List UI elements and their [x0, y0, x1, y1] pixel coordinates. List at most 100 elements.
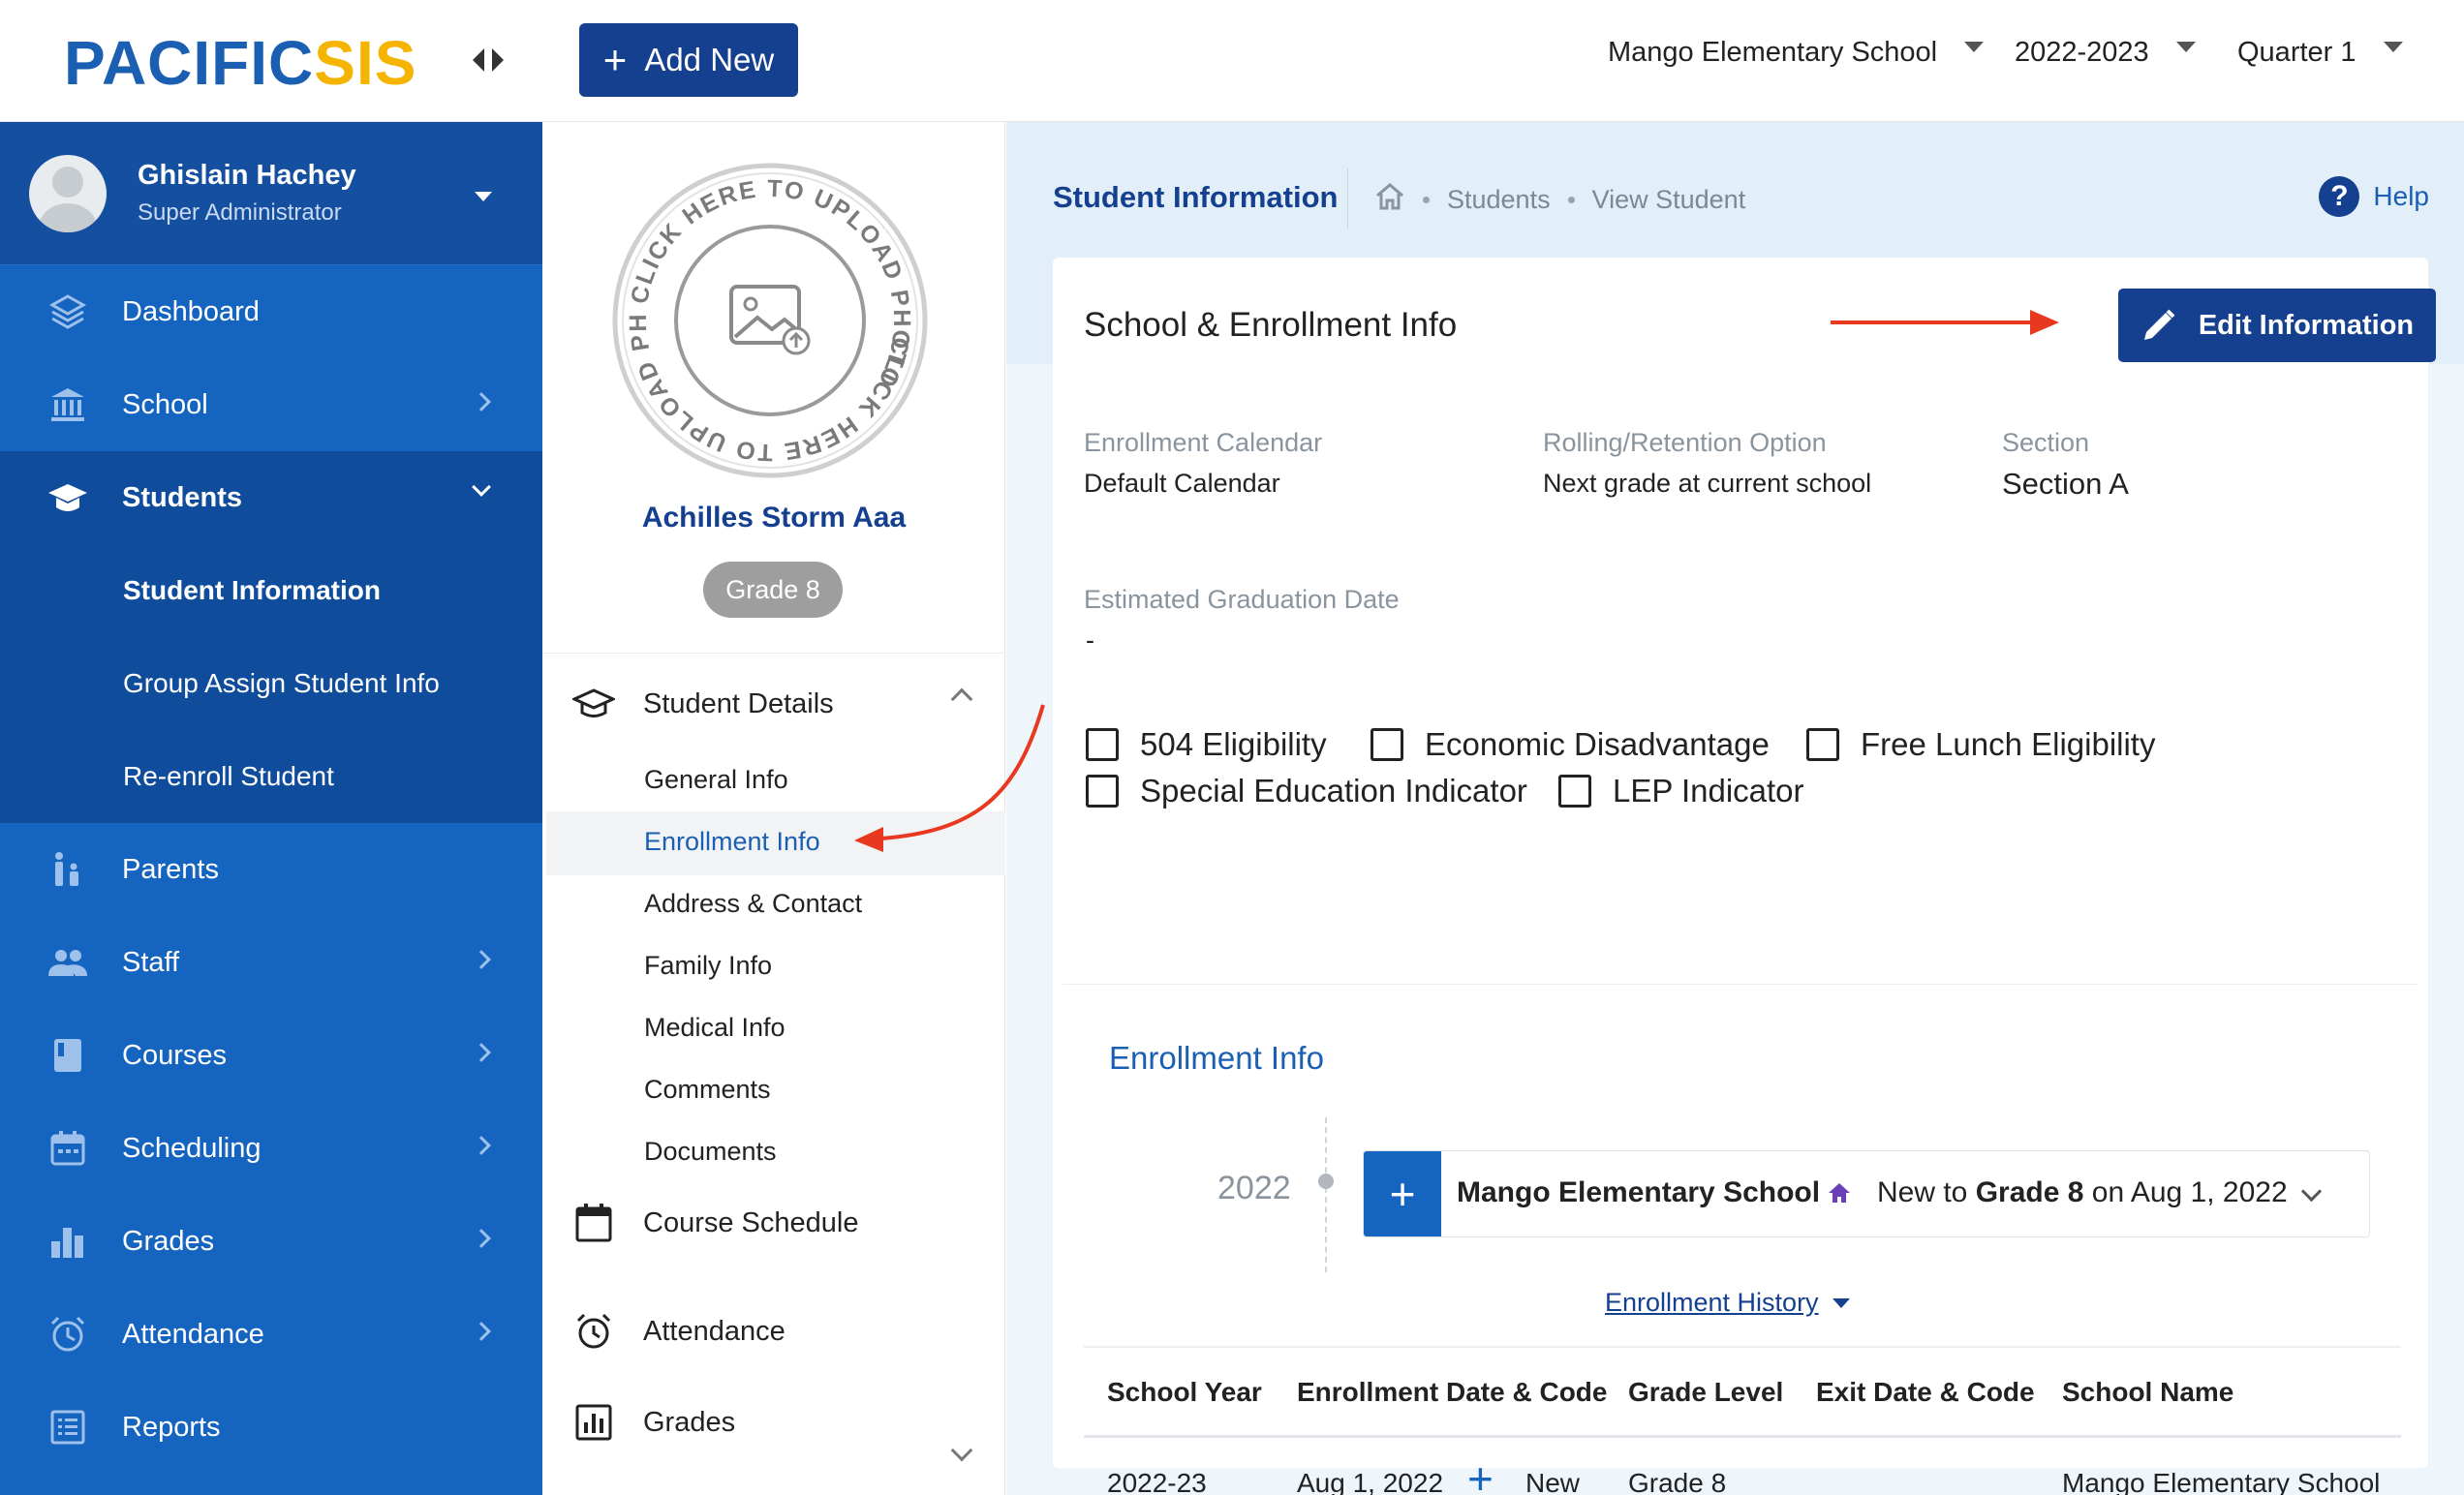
timeline-line: [1325, 1117, 1327, 1272]
graduation-date-label: Estimated Graduation Date: [1084, 585, 1400, 614]
checkbox-504-eligibility[interactable]: 504 Eligibility: [1086, 726, 1327, 763]
checkbox-icon[interactable]: [1558, 775, 1591, 808]
book-icon: [46, 1034, 89, 1077]
breadcrumb-view-student: View Student: [1591, 185, 1746, 214]
plus-icon[interactable]: +: [1364, 1151, 1441, 1236]
students-submenu: Student Information Group Assign Student…: [0, 544, 542, 823]
sidebar-item-reports[interactable]: Reports: [0, 1381, 542, 1474]
calendar-icon: [571, 1201, 616, 1245]
sidebar-item-courses[interactable]: Courses: [0, 1009, 542, 1102]
sidebar-subitem-student-information[interactable]: Student Information: [0, 544, 542, 637]
avatar: [29, 154, 107, 232]
divider: [1063, 984, 2418, 985]
sidebar-item-grades[interactable]: Grades: [0, 1195, 542, 1288]
chevron-down-icon[interactable]: [2300, 1180, 2323, 1203]
graduation-date-value: -: [1086, 625, 1094, 655]
school-select[interactable]: Mango Elementary School: [1608, 37, 1985, 69]
divider: [1084, 1346, 2401, 1348]
checkbox-icon[interactable]: [1371, 728, 1403, 761]
calendar-icon: [46, 1127, 89, 1170]
student-details-section[interactable]: Student Details: [571, 682, 834, 726]
student-side-panel: CLICK HERE TO UPLOAD PHOTO CLICK HERE TO…: [542, 122, 1005, 1495]
main-content: Student Information Students View Studen…: [1006, 122, 2464, 1495]
sidebar: Ghislain Hachey Super Administrator Dash…: [0, 122, 542, 1495]
add-new-button[interactable]: + Add New: [579, 23, 798, 97]
rolling-option-label: Rolling/Retention Option: [1543, 428, 1827, 457]
top-bar: PACIFICSIS + Add New Mango Elementary Sc…: [0, 0, 2464, 122]
sidebar-item-staff[interactable]: Staff: [0, 916, 542, 1009]
help-link[interactable]: ? Help: [2319, 176, 2429, 217]
caret-down-icon: [2175, 42, 2196, 52]
chevron-right-icon: [472, 1229, 491, 1248]
sidebar-item-parents[interactable]: Parents: [0, 823, 542, 916]
graduation-cap-icon: [46, 476, 89, 519]
checkbox-icon[interactable]: [1086, 728, 1119, 761]
sidebar-subitem-re-enroll[interactable]: Re-enroll Student: [0, 730, 542, 823]
graduation-cap-icon: [571, 682, 616, 726]
sidebar-item-students[interactable]: Students: [0, 451, 542, 544]
column-header-school-name: School Name: [2062, 1377, 2234, 1407]
sidebar-item-scheduling[interactable]: Scheduling: [0, 1102, 542, 1195]
enrollment-calendar-value: Default Calendar: [1084, 469, 1280, 498]
divider: [1347, 168, 1348, 229]
breadcrumb-students[interactable]: Students: [1447, 185, 1551, 215]
link-enrollment-info[interactable]: Enrollment Info: [644, 827, 820, 857]
user-profile[interactable]: Ghislain Hachey Super Administrator: [0, 122, 542, 265]
attendance-section[interactable]: Attendance: [571, 1309, 785, 1354]
column-header-enrollment-date: Enrollment Date & Code: [1297, 1377, 1608, 1407]
edit-information-button[interactable]: Edit Information: [2118, 289, 2436, 362]
home-icon[interactable]: [1374, 182, 1405, 218]
chevron-right-icon: [472, 392, 491, 412]
school-year-select[interactable]: 2022-2023: [2015, 37, 2196, 69]
checkbox-icon[interactable]: [1806, 728, 1839, 761]
enrollment-record[interactable]: + Mango Elementary School New to Grade 8…: [1363, 1150, 2370, 1237]
sidebar-item-school[interactable]: School: [0, 358, 542, 451]
column-header-exit-date: Exit Date & Code: [1816, 1377, 2035, 1407]
user-role: Super Administrator: [138, 199, 342, 226]
upload-photo-button[interactable]: CLICK HERE TO UPLOAD PHOTO CLICK HERE TO…: [601, 141, 928, 478]
plus-icon: +: [602, 37, 628, 82]
grades-section[interactable]: Grades: [571, 1400, 735, 1445]
caret-down-icon[interactable]: [475, 192, 492, 201]
bank-icon: [46, 383, 89, 426]
sidebar-item-dashboard[interactable]: Dashboard: [0, 265, 542, 358]
checkbox-free-lunch[interactable]: Free Lunch Eligibility: [1806, 726, 2155, 763]
link-family-info[interactable]: Family Info: [644, 951, 772, 981]
page-title: Student Information: [1053, 180, 1339, 214]
chevron-down-icon[interactable]: [950, 1439, 973, 1462]
sidebar-subitem-group-assign[interactable]: Group Assign Student Info: [0, 637, 542, 730]
bar-chart-icon: [571, 1400, 616, 1445]
bar-chart-icon: [46, 1220, 89, 1263]
grade-badge: Grade 8: [703, 562, 843, 618]
rolling-option-value: Next grade at current school: [1543, 469, 1872, 498]
pacificsis-logo[interactable]: PACIFICSIS: [64, 27, 416, 99]
link-address-contact[interactable]: Address & Contact: [644, 889, 862, 919]
user-name: Ghislain Hachey: [138, 160, 356, 191]
help-icon: ?: [2319, 176, 2360, 217]
timeline-year: 2022: [1217, 1170, 1291, 1206]
link-comments[interactable]: Comments: [644, 1075, 771, 1105]
checkbox-lep-indicator[interactable]: LEP Indicator: [1558, 773, 1804, 809]
chevron-up-icon[interactable]: [950, 687, 973, 711]
chevron-right-icon: [472, 1136, 491, 1155]
checkbox-special-education[interactable]: Special Education Indicator: [1086, 773, 1527, 809]
checkbox-icon[interactable]: [1086, 775, 1119, 808]
enrollment-history-toggle[interactable]: Enrollment History: [1605, 1288, 1850, 1318]
checkbox-economic-disadvantage[interactable]: Economic Disadvantage: [1371, 726, 1770, 763]
link-general-info[interactable]: General Info: [644, 765, 788, 795]
sidebar-item-attendance[interactable]: Attendance: [0, 1288, 542, 1381]
link-documents[interactable]: Documents: [644, 1137, 777, 1167]
course-schedule-section[interactable]: Course Schedule: [571, 1201, 858, 1245]
link-medical-info[interactable]: Medical Info: [644, 1013, 785, 1043]
quarter-select[interactable]: Quarter 1: [2237, 37, 2403, 69]
caret-down-icon: [1832, 1297, 1850, 1308]
enrollment-calendar-label: Enrollment Calendar: [1084, 428, 1323, 457]
home-icon: [1827, 1180, 1852, 1205]
people-icon: [46, 941, 89, 984]
divider: [542, 653, 1005, 654]
chevron-down-icon: [472, 477, 491, 497]
chevron-right-icon: [472, 950, 491, 969]
table-cell-enrollment-date: Aug 1, 2022: [1297, 1468, 1444, 1495]
alarm-clock-icon: [46, 1313, 89, 1356]
sidebar-collapse-icon[interactable]: [469, 43, 508, 77]
